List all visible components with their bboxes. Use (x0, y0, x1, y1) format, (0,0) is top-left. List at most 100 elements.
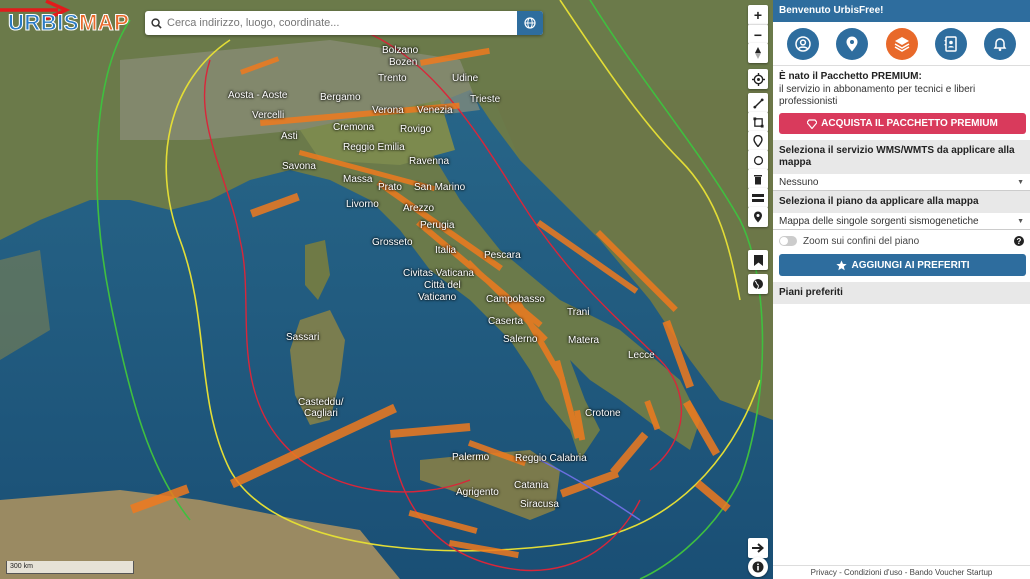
line-tool-icon (752, 97, 764, 109)
welcome-header: Benvenuto UrbisFree! (773, 0, 1030, 22)
city-label: Siracusa (520, 499, 559, 510)
city-label: Savona (282, 161, 316, 172)
chevron-down-icon: ▼ (1017, 217, 1024, 225)
sidebar-nav (773, 22, 1030, 66)
city-label: Pescara (484, 250, 521, 261)
draw-polygon-button[interactable] (748, 112, 768, 132)
sidebar-panel: Benvenuto UrbisFree! È nato il Pacchetto… (773, 0, 1030, 579)
add-favorite-label: AGGIUNGI AI PREFERITI (851, 259, 970, 271)
app-logo[interactable]: URBISMAP (8, 10, 130, 36)
buy-premium-label: ACQUISTA IL PACCHETTO PREMIUM (821, 118, 998, 129)
zoom-boundaries-toggle[interactable] (779, 236, 797, 246)
compass-icon (755, 47, 761, 59)
city-label: Ravenna (409, 156, 450, 167)
city-label: Bolzano (382, 45, 419, 56)
search-input[interactable] (167, 12, 517, 34)
city-label: Trani (567, 307, 590, 318)
bookmark-icon (753, 254, 763, 266)
city-label: Trento (378, 73, 407, 84)
add-favorite-button[interactable]: AGGIUNGI AI PREFERITI (779, 254, 1026, 276)
logo-text-map: MAP (78, 10, 130, 36)
search-icon (145, 11, 167, 35)
info-icon (752, 561, 764, 573)
zoom-boundaries-row: Zoom sui confini del piano ? (773, 230, 1030, 252)
city-label: Crotone (585, 408, 621, 419)
help-icon[interactable]: ? (1014, 236, 1024, 246)
layers-button[interactable] (885, 28, 918, 60)
footer-separator: - (904, 568, 908, 577)
city-label: Asti (281, 131, 298, 142)
star-icon (835, 259, 847, 270)
privacy-link[interactable]: Privacy (811, 568, 837, 577)
info-button[interactable] (748, 557, 768, 577)
map-canvas[interactable]: Bolzano Bozen Trento Udine Aosta - Aoste… (0, 0, 773, 579)
city-label: Agrigento (456, 487, 499, 498)
map-layer (0, 0, 773, 579)
plus-icon: + (753, 7, 763, 23)
draw-marker-button[interactable] (748, 131, 768, 151)
terms-link[interactable]: Condizioni d'uso (844, 568, 902, 577)
marker-tool-icon (753, 135, 763, 147)
zoom-boundaries-label: Zoom sui confini del piano (803, 235, 920, 247)
buy-premium-button[interactable]: ACQUISTA IL PACCHETTO PREMIUM (779, 113, 1026, 134)
wms-select[interactable]: Nessuno ▼ (773, 174, 1030, 191)
city-label: Vercelli (252, 110, 285, 121)
city-label: Verona (372, 105, 404, 116)
bell-icon (993, 38, 1007, 52)
draw-line-button[interactable] (748, 93, 768, 113)
wms-select-value: Nessuno (779, 176, 819, 188)
favorites-heading: Piani preferiti (773, 282, 1030, 304)
city-label: Arezzo (403, 203, 435, 214)
collapse-sidebar-button[interactable] (748, 538, 768, 558)
city-label: Cremona (333, 122, 375, 133)
voucher-link[interactable]: Bando Voucher Startup (910, 568, 993, 577)
layers-toggle-button[interactable] (748, 188, 768, 208)
bookmark-button[interactable] (748, 250, 768, 270)
address-book-icon (944, 36, 957, 52)
city-label: Rovigo (400, 124, 432, 135)
scale-label: 300 km (10, 563, 33, 570)
draw-circle-button[interactable] (748, 150, 768, 170)
city-label: Vaticano (418, 292, 457, 303)
reset-north-button[interactable] (748, 43, 768, 63)
city-label: Matera (568, 335, 600, 346)
zoom-in-button[interactable]: + (748, 5, 768, 25)
zoom-out-button[interactable]: − (748, 24, 768, 44)
globe-icon (753, 279, 763, 290)
premium-promo: È nato il Pacchetto PREMIUM: il servizio… (773, 66, 1030, 108)
wms-section-heading: Seleziona il servizio WMS/WMTS da applic… (773, 140, 1030, 174)
city-label: Perugia (420, 220, 455, 231)
city-label: Prato (378, 182, 402, 193)
globe-button[interactable] (517, 11, 543, 35)
delete-drawing-button[interactable] (748, 169, 768, 189)
circle-tool-icon (753, 155, 763, 165)
city-label: Trieste (470, 94, 501, 105)
city-label: Bergamo (320, 92, 361, 103)
city-label: Udine (452, 73, 479, 84)
location-button[interactable] (836, 28, 869, 60)
notifications-button[interactable] (984, 28, 1016, 60)
basemap-button[interactable] (748, 274, 768, 294)
polygon-tool-icon (752, 116, 764, 128)
plan-select[interactable]: Mappa delle singole sorgenti sismogeneti… (773, 213, 1030, 230)
city-label: Catania (514, 480, 549, 491)
pin-location-button[interactable] (748, 207, 768, 227)
road-icon (752, 194, 764, 202)
city-label: Campobasso (486, 294, 545, 305)
layers-icon (894, 37, 909, 52)
geolocate-button[interactable] (748, 69, 768, 89)
globe-icon (524, 17, 536, 29)
city-label: Caserta (488, 316, 524, 327)
city-label: Livorno (346, 199, 379, 210)
user-icon (795, 36, 811, 52)
plan-section-heading: Seleziona il piano da applicare alla map… (773, 191, 1030, 213)
city-label: Casteddu/ (298, 397, 344, 408)
account-button[interactable] (787, 28, 819, 60)
city-label: Sassari (286, 332, 320, 343)
arrow-right-icon (752, 543, 764, 553)
contacts-button[interactable] (934, 28, 967, 60)
city-label: San Marino (414, 182, 466, 193)
logo-text-urbis: URBIS (8, 10, 79, 36)
chevron-down-icon: ▼ (1017, 178, 1024, 186)
city-label: Venezia (417, 105, 453, 116)
